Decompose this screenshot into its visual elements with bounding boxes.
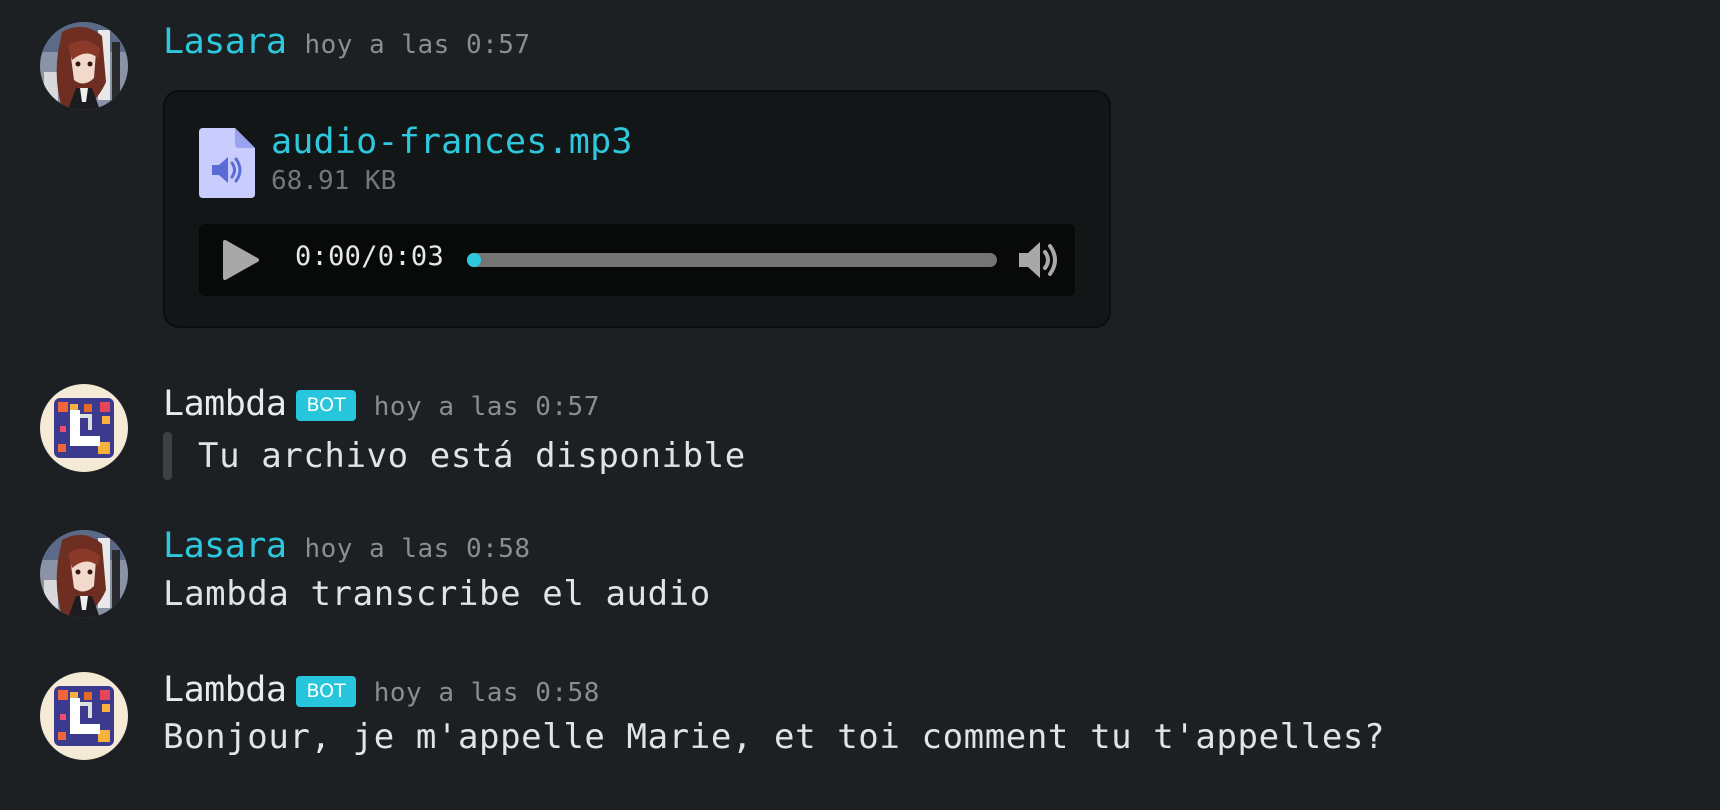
username[interactable]: Lambda	[163, 384, 287, 424]
progress-slider[interactable]	[467, 253, 997, 267]
lasara-avatar[interactable]	[40, 22, 128, 110]
audio-player: 0:00/0:03	[199, 224, 1075, 296]
timestamp: hoy a las 0:58	[304, 534, 531, 564]
duration: 0:03	[377, 241, 445, 272]
play-button[interactable]	[219, 238, 263, 282]
play-icon	[223, 240, 259, 280]
file-name-link[interactable]: audio-frances.mp3	[271, 122, 633, 162]
message-header: Lasara hoy a las 0:58	[163, 526, 531, 566]
audio-file-icon	[199, 128, 255, 202]
timestamp: hoy a las 0:58	[373, 678, 600, 708]
current-time: 0:00	[295, 241, 362, 272]
message-text: Bonjour, je m'appelle Marie, et toi comm…	[163, 717, 1386, 757]
progress-fill	[467, 253, 481, 267]
username[interactable]: Lasara	[163, 526, 287, 566]
lambda-avatar[interactable]	[40, 672, 128, 760]
bot-badge: BOT	[296, 390, 356, 421]
volume-icon	[1019, 242, 1057, 278]
volume-button[interactable]	[1017, 238, 1063, 282]
bot-badge: BOT	[296, 676, 356, 707]
message-header: Lambda BOT hoy a las 0:57	[163, 384, 600, 425]
timestamp: hoy a las 0:57	[304, 30, 531, 60]
time-display: 0:00/0:03	[295, 241, 444, 272]
lasara-avatar[interactable]	[40, 530, 128, 618]
lambda-avatar[interactable]	[40, 384, 128, 472]
timestamp: hoy a las 0:57	[373, 392, 600, 422]
time-separator: /	[361, 241, 378, 272]
quote-block: Tu archivo está disponible	[163, 432, 746, 480]
username[interactable]: Lasara	[163, 22, 287, 62]
message-text: Lambda transcribe el audio	[163, 574, 711, 614]
message-header: Lambda BOT hoy a las 0:58	[163, 670, 600, 711]
username[interactable]: Lambda	[163, 670, 287, 710]
file-size: 68.91 KB	[271, 166, 397, 196]
quote-text: Tu archivo está disponible	[198, 436, 746, 476]
audio-attachment: audio-frances.mp3 68.91 KB 0:00/0:03	[163, 90, 1111, 328]
message-header: Lasara hoy a las 0:57	[163, 22, 531, 62]
quote-bar	[163, 432, 172, 480]
